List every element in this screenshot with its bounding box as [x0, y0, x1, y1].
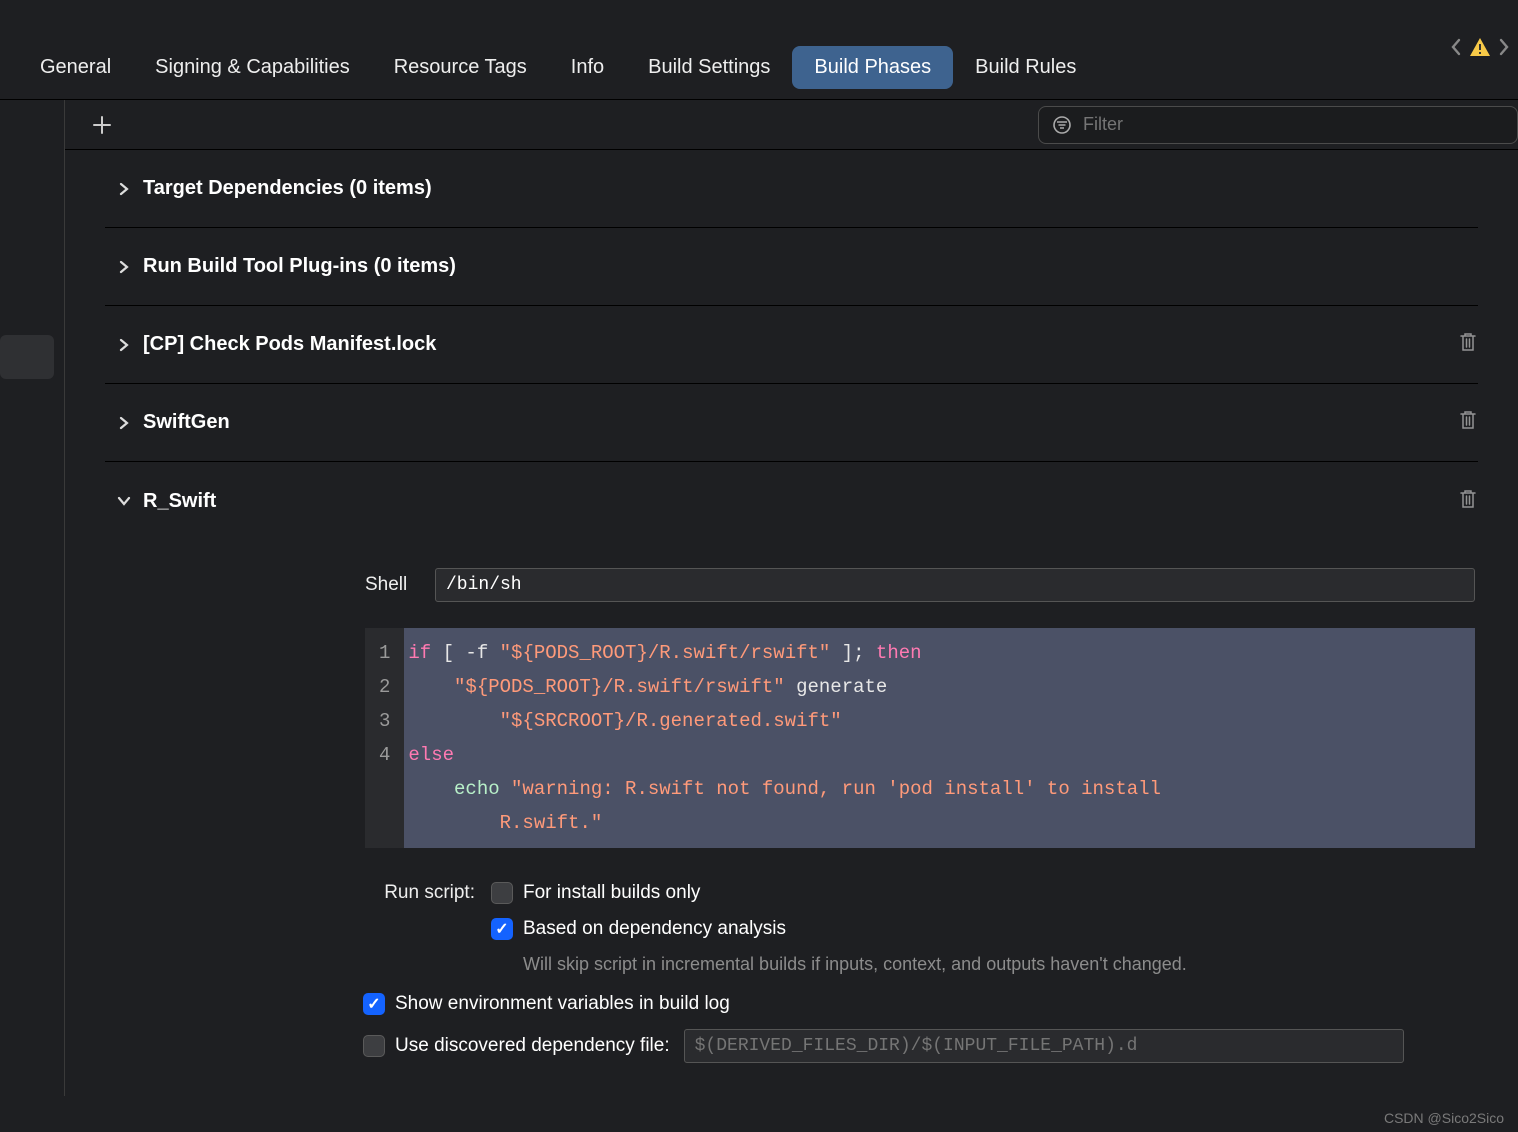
- tab-general[interactable]: General: [18, 46, 133, 89]
- phase-swiftgen[interactable]: SwiftGen: [105, 384, 1478, 462]
- phase-title: R_Swift: [143, 490, 216, 513]
- tab-info[interactable]: Info: [549, 46, 626, 89]
- chevron-right-icon[interactable]: [105, 338, 143, 352]
- phase-title: Target Dependencies (0 items): [143, 177, 432, 200]
- install-only-checkbox[interactable]: [491, 882, 513, 904]
- shell-label: Shell: [365, 574, 435, 596]
- phase-title: [CP] Check Pods Manifest.lock: [143, 333, 436, 356]
- phase-plugins[interactable]: Run Build Tool Plug-ins (0 items): [105, 228, 1478, 306]
- run-script-label: Run script:: [363, 882, 491, 904]
- phases-toolbar: [65, 100, 1518, 150]
- watermark: CSDN @Sico2Sico: [1384, 1110, 1504, 1126]
- shell-input[interactable]: [435, 568, 1475, 602]
- delete-phase-button[interactable]: [1458, 331, 1478, 358]
- tab-build-phases[interactable]: Build Phases: [792, 46, 953, 89]
- tab-signing[interactable]: Signing & Capabilities: [133, 46, 372, 89]
- dep-file-input[interactable]: [684, 1029, 1404, 1063]
- warning-icon[interactable]: [1468, 36, 1492, 58]
- filter-icon: [1051, 114, 1073, 136]
- use-dep-file-label: Use discovered dependency file:: [395, 1035, 670, 1057]
- phase-title: SwiftGen: [143, 411, 230, 434]
- chevron-right-icon[interactable]: [105, 260, 143, 274]
- plus-icon: [91, 114, 113, 136]
- dependency-analysis-checkbox[interactable]: [491, 918, 513, 940]
- tab-resource-tags[interactable]: Resource Tags: [372, 46, 549, 89]
- delete-phase-button[interactable]: [1458, 409, 1478, 436]
- show-env-label: Show environment variables in build log: [395, 993, 730, 1015]
- phase-rswift[interactable]: R_Swift: [105, 462, 1478, 540]
- phase-rswift-content: Shell 1234 if [ -f "${PODS_ROOT}/R.swift…: [105, 568, 1478, 1122]
- phase-check-pods[interactable]: [CP] Check Pods Manifest.lock: [105, 306, 1478, 384]
- targets-sidebar: [0, 100, 65, 1096]
- issue-navigator-arrows[interactable]: [1448, 36, 1512, 58]
- script-editor[interactable]: 1234 if [ -f "${PODS_ROOT}/R.swift/rswif…: [365, 628, 1475, 848]
- filter-input[interactable]: [1083, 114, 1505, 135]
- install-only-label: For install builds only: [523, 882, 700, 904]
- tab-build-settings[interactable]: Build Settings: [626, 46, 792, 89]
- chevron-right-icon[interactable]: [105, 182, 143, 196]
- chevron-down-icon[interactable]: [105, 494, 143, 508]
- delete-phase-button[interactable]: [1458, 488, 1478, 515]
- dependency-analysis-hint: Will skip script in incremental builds i…: [523, 954, 1478, 975]
- filter-field[interactable]: [1038, 106, 1518, 144]
- selected-target[interactable]: [0, 335, 54, 379]
- add-phase-button[interactable]: [87, 110, 117, 140]
- tab-build-rules[interactable]: Build Rules: [953, 46, 1098, 89]
- chevron-right-icon[interactable]: [1496, 36, 1512, 58]
- show-env-checkbox[interactable]: [363, 993, 385, 1015]
- chevron-right-icon[interactable]: [105, 416, 143, 430]
- phase-target-dependencies[interactable]: Target Dependencies (0 items): [105, 150, 1478, 228]
- script-code[interactable]: if [ -f "${PODS_ROOT}/R.swift/rswift" ];…: [404, 628, 1475, 848]
- dependency-analysis-label: Based on dependency analysis: [523, 918, 786, 940]
- line-gutter: 1234: [365, 628, 404, 848]
- phase-title: Run Build Tool Plug-ins (0 items): [143, 255, 456, 278]
- target-editor-tabs: General Signing & Capabilities Resource …: [0, 36, 1518, 100]
- chevron-left-icon[interactable]: [1448, 36, 1464, 58]
- use-dep-file-checkbox[interactable]: [363, 1035, 385, 1057]
